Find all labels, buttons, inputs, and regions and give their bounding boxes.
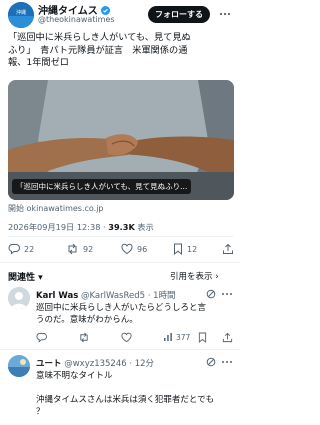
post-timestamp: 2026年09月19日 12:38 · 39.3K 表示: [8, 222, 154, 232]
sort-relevance-dropdown[interactable]: 関連性 ▾: [8, 270, 43, 283]
reply-header: ユート @wxyz135246 · 12分: [36, 357, 154, 369]
view-quotes-link[interactable]: 引用を表示 ›: [170, 270, 219, 282]
reply-icon: [8, 243, 20, 255]
grok-icon[interactable]: [206, 289, 216, 299]
reply-text: 巡回中に米兵らしき人がいたらどうしろと言 うのだ。意味がわからん。: [36, 303, 207, 325]
image-caption: 「巡回中に米兵らしき人がいても、見て見ぬふり...: [12, 179, 192, 194]
reply-handle-time[interactable]: @wxyz135246 · 12分: [64, 359, 154, 369]
reply-author-name[interactable]: Karl Was: [36, 291, 78, 301]
like-button[interactable]: 96: [121, 243, 147, 255]
repost-button[interactable]: 92: [66, 243, 93, 255]
svg-text:沖縄: 沖縄: [16, 9, 26, 16]
link-source[interactable]: 開始 okinawatimes.co.jp: [8, 203, 104, 214]
views-icon: [163, 332, 173, 342]
divider: [8, 236, 234, 237]
author-handle[interactable]: @theokinawatimes: [38, 15, 115, 24]
repost-icon: [66, 243, 79, 255]
post-text: 「巡回中に米兵らしき人がいても、見て見ぬ ふり」 青パト元隊員が証言 米軍関係の…: [8, 32, 191, 68]
reply-button[interactable]: 22: [8, 243, 34, 255]
reply-text: 意味不明なタイトル 沖縄タイムスさんは米兵は須く犯罪者だとでも ？: [36, 371, 215, 417]
reply-avatar[interactable]: [8, 355, 30, 377]
more-options-icon[interactable]: [218, 8, 232, 20]
bookmark-icon: [173, 243, 183, 255]
heart-icon[interactable]: [121, 332, 132, 343]
link-card-image[interactable]: 「巡回中に米兵らしき人がいても、見て見ぬふり...: [8, 80, 234, 200]
divider: [0, 349, 240, 350]
reply-icon[interactable]: [36, 332, 47, 343]
follow-button[interactable]: フォローする: [148, 6, 210, 23]
more-options-icon[interactable]: [221, 357, 233, 367]
repost-icon[interactable]: [78, 332, 90, 343]
divider: [0, 262, 240, 263]
heart-icon: [121, 243, 133, 255]
reply-avatar[interactable]: [8, 287, 30, 309]
bookmark-icon[interactable]: [198, 332, 207, 343]
reply-views[interactable]: 377: [163, 332, 190, 342]
more-options-icon[interactable]: [221, 289, 233, 299]
share-icon[interactable]: [222, 332, 233, 343]
reply-handle-time[interactable]: @KarlWasRed5 · 1時間: [81, 291, 176, 301]
bookmark-button[interactable]: 12: [173, 243, 197, 255]
view-count: 39.3K: [108, 222, 135, 232]
grok-icon[interactable]: [206, 357, 216, 367]
reply-header: Karl Was @KarlWasRed5 · 1時間: [36, 289, 176, 301]
reply-author-name[interactable]: ユート: [36, 359, 62, 369]
share-icon[interactable]: [222, 243, 234, 255]
author-avatar[interactable]: 沖縄: [8, 2, 34, 28]
